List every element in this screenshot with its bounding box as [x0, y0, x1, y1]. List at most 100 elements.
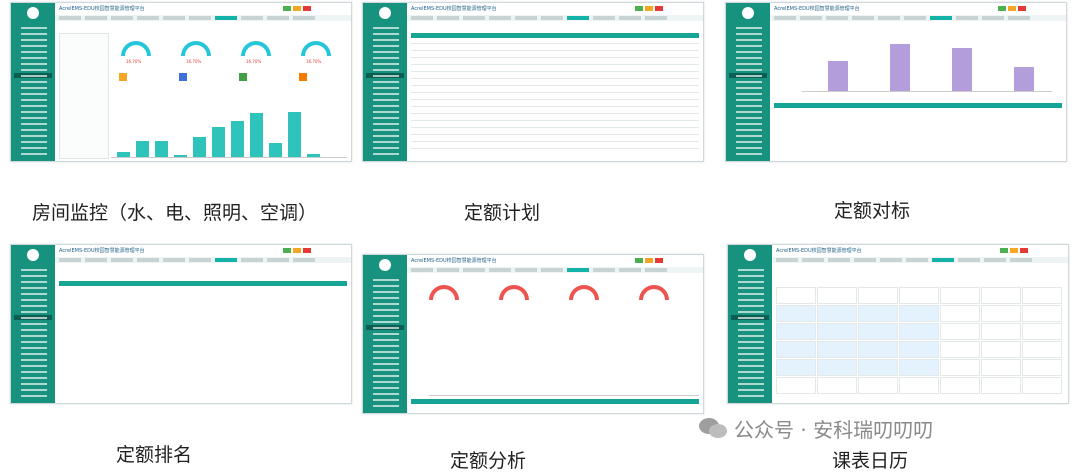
- sidebar-item[interactable]: [14, 285, 52, 290]
- tab[interactable]: [852, 16, 874, 20]
- sidebar-item[interactable]: [14, 321, 52, 326]
- sidebar-item[interactable]: [366, 109, 404, 114]
- sidebar-item[interactable]: [14, 79, 52, 84]
- sidebar-item[interactable]: [366, 79, 404, 84]
- sidebar-item[interactable]: [366, 121, 404, 126]
- sidebar-item[interactable]: [366, 313, 404, 318]
- tab[interactable]: [437, 268, 459, 272]
- sidebar-item[interactable]: [14, 67, 52, 72]
- tab[interactable]: [802, 258, 824, 262]
- tab[interactable]: [828, 258, 850, 262]
- home-button[interactable]: [283, 6, 291, 11]
- sidebar-item[interactable]: [366, 367, 404, 372]
- calendar-cell[interactable]: [776, 359, 816, 376]
- sidebar-item[interactable]: [14, 279, 52, 284]
- logout-button[interactable]: [1020, 248, 1028, 253]
- sidebar-item[interactable]: [14, 327, 52, 332]
- calendar-cell[interactable]: [940, 287, 980, 304]
- sidebar-item[interactable]: [731, 357, 769, 362]
- sidebar-item[interactable]: [729, 97, 767, 102]
- calendar-cell[interactable]: [940, 341, 980, 358]
- sidebar-item[interactable]: [14, 387, 52, 392]
- tab[interactable]: [293, 258, 315, 262]
- sidebar-item[interactable]: [14, 345, 52, 350]
- sidebar-item[interactable]: [731, 375, 769, 380]
- sidebar-item[interactable]: [366, 277, 404, 282]
- sidebar-item[interactable]: [731, 303, 769, 308]
- tab[interactable]: [293, 16, 315, 20]
- sidebar-item[interactable]: [14, 139, 52, 144]
- sidebar-item[interactable]: [366, 49, 404, 54]
- sidebar-item[interactable]: [366, 145, 404, 150]
- sidebar-item[interactable]: [14, 333, 52, 338]
- calendar-cell[interactable]: [899, 287, 939, 304]
- tab[interactable]: [984, 258, 1006, 262]
- sidebar-item[interactable]: [729, 61, 767, 66]
- sidebar-item[interactable]: [366, 349, 404, 354]
- sidebar-item[interactable]: [14, 393, 52, 398]
- sidebar-item[interactable]: [366, 115, 404, 120]
- sidebar-item[interactable]: [14, 37, 52, 42]
- tab[interactable]: [593, 16, 615, 20]
- sidebar-item[interactable]: [729, 67, 767, 72]
- calendar-cell[interactable]: [776, 377, 816, 394]
- calendar-cell[interactable]: [1022, 323, 1062, 340]
- alarm-button[interactable]: [1010, 248, 1018, 253]
- tab-bar[interactable]: [407, 15, 703, 21]
- tab[interactable]: [541, 268, 563, 272]
- sidebar-item[interactable]: [366, 61, 404, 66]
- tab-bar[interactable]: [770, 15, 1066, 21]
- tab[interactable]: [932, 258, 954, 262]
- tab[interactable]: [645, 268, 667, 272]
- sidebar-item[interactable]: [14, 357, 52, 362]
- home-button[interactable]: [1000, 248, 1008, 253]
- sidebar-item[interactable]: [729, 115, 767, 120]
- tab[interactable]: [163, 16, 185, 20]
- tab[interactable]: [85, 258, 107, 262]
- sidebar-item[interactable]: [14, 309, 52, 314]
- sidebar-item[interactable]: [731, 273, 769, 278]
- sidebar-item[interactable]: [14, 109, 52, 114]
- sidebar-item[interactable]: [366, 337, 404, 342]
- sidebar-item[interactable]: [366, 361, 404, 366]
- calendar-cell[interactable]: [981, 287, 1021, 304]
- tab[interactable]: [111, 258, 133, 262]
- sidebar-item[interactable]: [729, 127, 767, 132]
- home-button[interactable]: [998, 6, 1006, 11]
- sidebar-item[interactable]: [366, 355, 404, 360]
- sidebar-item[interactable]: [14, 315, 52, 320]
- sidebar-item[interactable]: [366, 403, 404, 408]
- alarm-button[interactable]: [1008, 6, 1016, 11]
- sidebar-item[interactable]: [14, 61, 52, 66]
- sidebar-item[interactable]: [14, 297, 52, 302]
- sidebar-item[interactable]: [366, 97, 404, 102]
- sidebar-item[interactable]: [731, 315, 769, 320]
- sidebar-item[interactable]: [366, 37, 404, 42]
- tab[interactable]: [137, 16, 159, 20]
- tab[interactable]: [982, 16, 1004, 20]
- sidebar-item[interactable]: [729, 49, 767, 54]
- tab[interactable]: [541, 16, 563, 20]
- logout-button[interactable]: [303, 248, 311, 253]
- sidebar-item[interactable]: [731, 345, 769, 350]
- calendar-cell[interactable]: [940, 305, 980, 322]
- calendar-cell[interactable]: [858, 377, 898, 394]
- sidebar-item[interactable]: [731, 267, 769, 272]
- calendar-cell[interactable]: [817, 305, 857, 322]
- tab[interactable]: [515, 16, 537, 20]
- calendar-cell[interactable]: [1022, 341, 1062, 358]
- sidebar-item[interactable]: [366, 283, 404, 288]
- sidebar-item[interactable]: [366, 25, 404, 30]
- sidebar-item[interactable]: [366, 397, 404, 402]
- calendar-cell[interactable]: [817, 359, 857, 376]
- sidebar-item[interactable]: [14, 267, 52, 272]
- tab-bar[interactable]: [772, 257, 1068, 263]
- tab[interactable]: [854, 258, 876, 262]
- logout-button[interactable]: [303, 6, 311, 11]
- tab[interactable]: [958, 258, 980, 262]
- calendar-cell[interactable]: [940, 359, 980, 376]
- sidebar-item[interactable]: [731, 351, 769, 356]
- sidebar-item[interactable]: [366, 127, 404, 132]
- sidebar-item[interactable]: [14, 55, 52, 60]
- sidebar-item[interactable]: [14, 291, 52, 296]
